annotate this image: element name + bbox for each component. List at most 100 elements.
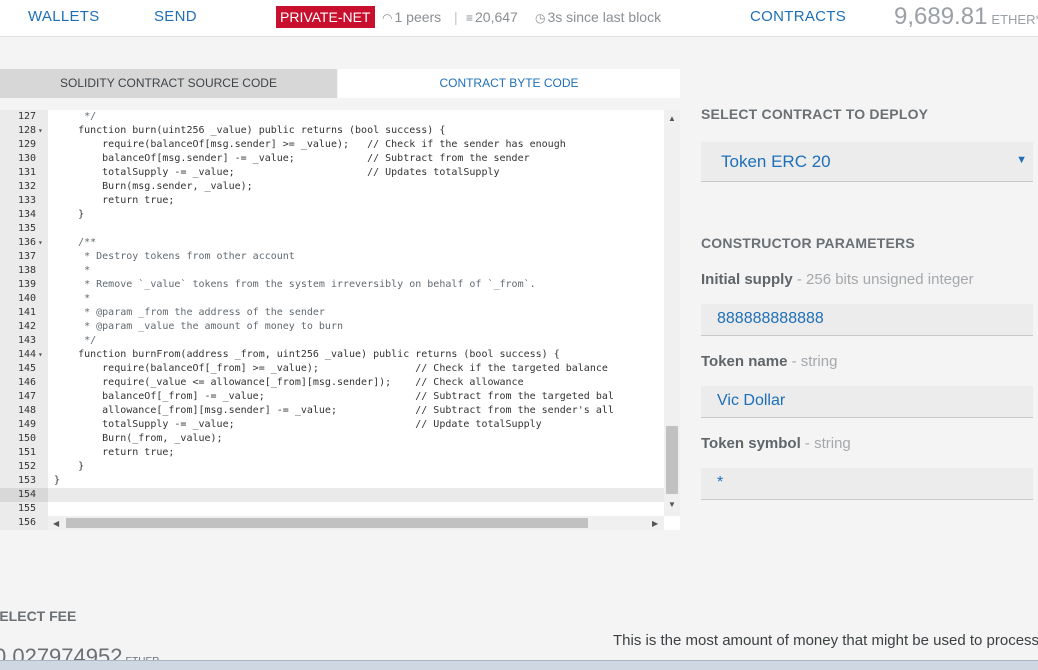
status-divider: | bbox=[454, 9, 458, 25]
code-line: totalSupply -= _value; // Updates totalS… bbox=[54, 167, 500, 178]
code-line: Burn(msg.sender, _value); bbox=[54, 181, 253, 192]
param-desc: - string bbox=[787, 353, 838, 370]
code-area[interactable]: */ function burn(uint256 _value) public … bbox=[54, 110, 664, 530]
line-number: 138 bbox=[18, 265, 37, 276]
code-line: require(_value <= allowance[_from][msg.s… bbox=[54, 377, 524, 388]
code-line: totalSupply -= _value; // Update totalSu… bbox=[54, 419, 542, 430]
line-number: 130 bbox=[18, 153, 37, 164]
scroll-right-icon[interactable]: ▶ bbox=[652, 519, 658, 528]
token-name-input[interactable]: Vic Dollar bbox=[701, 386, 1033, 418]
code-line: * Destroy tokens from other account bbox=[54, 251, 295, 262]
vertical-scroll-thumb[interactable] bbox=[666, 426, 678, 494]
horizontal-scroll-thumb[interactable] bbox=[66, 518, 588, 528]
line-number: 153 bbox=[18, 475, 37, 486]
code-line: } bbox=[54, 475, 61, 486]
code-line: return true; bbox=[54, 195, 175, 206]
code-line: Burn(_from, _value); bbox=[54, 433, 223, 444]
horizontal-scrollbar[interactable]: ◀ ▶ bbox=[48, 516, 664, 530]
nav-contracts[interactable]: CONTRACTS bbox=[750, 8, 846, 25]
tab-byte-code[interactable]: CONTRACT BYTE CODE bbox=[338, 69, 680, 98]
token-symbol-input[interactable]: * bbox=[701, 468, 1033, 500]
line-number: 141 bbox=[18, 307, 37, 318]
code-line: balanceOf[_from] -= _value; // Subtract … bbox=[54, 391, 614, 402]
nav-send[interactable]: SEND bbox=[154, 8, 197, 25]
scroll-up-icon[interactable]: ▲ bbox=[668, 114, 676, 123]
line-number: 142 bbox=[18, 321, 37, 332]
param-label-token-symbol: Token symbol - string bbox=[701, 435, 851, 452]
line-number: 151 bbox=[18, 447, 37, 458]
scroll-left-icon[interactable]: ◀ bbox=[53, 519, 59, 528]
top-navigation: WALLETS SEND PRIVATE-NET ◠ 1 peers | ≡ 20,… bbox=[0, 0, 1038, 37]
tab-solidity-source[interactable]: SOLIDITY CONTRACT SOURCE CODE bbox=[0, 69, 337, 98]
line-number: 156 bbox=[18, 517, 37, 528]
param-name: Initial supply bbox=[701, 271, 793, 288]
code-line: function burnFrom(address _from, uint256… bbox=[54, 349, 560, 360]
last-block-time: ◷ 3s since last block bbox=[535, 9, 661, 25]
code-line: * @param _value the amount of money to b… bbox=[54, 321, 343, 332]
peer-count: ◠ 1 peers bbox=[382, 9, 441, 25]
line-number: 147 bbox=[18, 391, 37, 402]
line-number: 150 bbox=[18, 433, 37, 444]
param-label-initial-supply: Initial supply - 256 bits unsigned integ… bbox=[701, 271, 974, 288]
constructor-heading: CONSTRUCTOR PARAMETERS bbox=[701, 235, 915, 251]
line-number: 155 bbox=[18, 503, 37, 514]
nav-wallets[interactable]: WALLETS bbox=[28, 8, 100, 25]
line-number: 154 bbox=[0, 488, 48, 502]
line-number: 129 bbox=[18, 139, 37, 150]
code-line: return true; bbox=[54, 447, 175, 458]
code-line: */ bbox=[54, 335, 97, 346]
line-number: 136 ▾ bbox=[18, 236, 43, 250]
fold-arrow-icon[interactable]: ▾ bbox=[38, 124, 43, 138]
code-line: * bbox=[54, 293, 91, 304]
since-label: 3s since last block bbox=[547, 9, 662, 25]
block-number: ≡ 20,647 bbox=[466, 9, 518, 25]
line-number: 148 bbox=[18, 405, 37, 416]
line-number: 140 bbox=[18, 293, 37, 304]
line-number: 144 ▾ bbox=[18, 348, 43, 362]
code-line: /** bbox=[54, 237, 97, 248]
network-badge: PRIVATE-NET bbox=[276, 6, 375, 28]
scroll-down-icon[interactable]: ▼ bbox=[668, 500, 676, 509]
param-name: Token name bbox=[701, 353, 788, 370]
balance-unit: ETHER* bbox=[991, 12, 1038, 27]
line-number: 137 bbox=[18, 251, 37, 262]
input-value: 888888888888 bbox=[717, 310, 824, 327]
peers-icon: ◠ bbox=[382, 11, 393, 25]
param-desc: - string bbox=[800, 435, 851, 452]
balance-value: 9,689.81 bbox=[894, 3, 988, 30]
input-value: Vic Dollar bbox=[717, 392, 786, 409]
line-number: 152 bbox=[18, 461, 37, 472]
initial-supply-input[interactable]: 888888888888 bbox=[701, 304, 1033, 336]
code-editor[interactable]: 127 128 ▾ 129 130 131 132 133 134 135 136 ▾ 137 138 13… bbox=[0, 110, 680, 530]
block-icon: ≡ bbox=[466, 11, 474, 25]
code-line: * bbox=[54, 265, 91, 276]
line-number: 127 bbox=[18, 111, 37, 122]
block-label: 20,647 bbox=[475, 9, 518, 25]
vertical-scrollbar[interactable]: ▲ ▼ bbox=[664, 110, 680, 516]
code-line: allowance[_from][msg.sender] -= _value; … bbox=[54, 405, 614, 416]
param-name: Token symbol bbox=[701, 435, 801, 452]
line-number: 134 bbox=[18, 209, 37, 220]
line-number: 133 bbox=[18, 195, 37, 206]
code-line: } bbox=[54, 461, 85, 472]
fold-arrow-icon[interactable]: ▾ bbox=[38, 236, 43, 250]
taskbar-strip bbox=[0, 660, 1038, 670]
line-number: 146 bbox=[18, 377, 37, 388]
param-label-token-name: Token name - string bbox=[701, 353, 837, 370]
code-line: balanceOf[msg.sender] -= _value; // Subt… bbox=[54, 153, 530, 164]
fee-heading: SELECT FEE bbox=[0, 608, 77, 624]
line-number: 135 bbox=[18, 223, 37, 234]
code-line: function burn(uint256 _value) public ret… bbox=[54, 125, 446, 136]
code-line: } bbox=[54, 209, 85, 220]
line-number: 145 bbox=[18, 363, 37, 374]
dropdown-caret-icon[interactable]: ▼ bbox=[1016, 154, 1027, 166]
line-number: 131 bbox=[18, 167, 37, 178]
fee-note: This is the most amount of money that mi… bbox=[613, 632, 1038, 649]
fold-arrow-icon[interactable]: ▾ bbox=[38, 348, 43, 362]
code-line: require(balanceOf[_from] >= _value); // … bbox=[54, 363, 608, 374]
param-desc: - 256 bits unsigned integer bbox=[792, 271, 974, 288]
code-line: */ bbox=[54, 111, 97, 122]
line-number: 149 bbox=[18, 419, 37, 430]
contract-select-value: Token ERC 20 bbox=[721, 152, 831, 171]
contract-select[interactable]: Token ERC 20 ▼ bbox=[701, 142, 1033, 182]
